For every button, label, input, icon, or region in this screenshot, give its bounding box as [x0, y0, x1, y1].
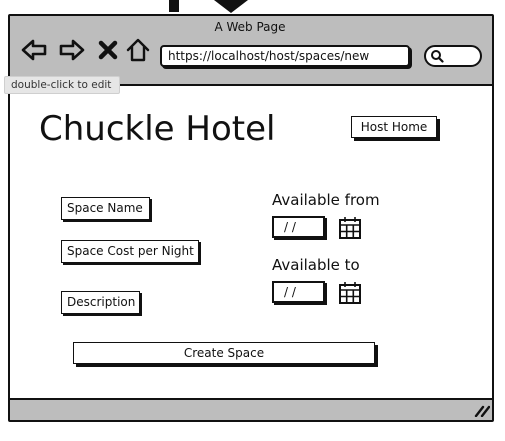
space-cost-label[interactable]: Space Cost per Night [61, 240, 199, 263]
pointer-connector [169, 0, 248, 13]
resize-grip-icon[interactable] [474, 403, 490, 417]
available-to-label: Available to [272, 256, 360, 274]
calendar-icon[interactable] [338, 281, 362, 305]
forward-arrow-icon[interactable] [58, 36, 86, 64]
space-name-label[interactable]: Space Name [61, 197, 150, 220]
available-to-input[interactable]: / / [272, 281, 325, 303]
status-bar [10, 398, 492, 420]
edit-tooltip: double-click to edit [4, 76, 120, 94]
host-home-button[interactable]: Host Home [351, 116, 437, 138]
back-arrow-icon[interactable] [20, 36, 48, 64]
available-from-input[interactable]: / / [272, 216, 325, 238]
close-icon[interactable] [94, 36, 122, 64]
description-label[interactable]: Description [61, 291, 140, 314]
calendar-icon[interactable] [338, 216, 362, 240]
page-title: Chuckle Hotel [39, 109, 276, 149]
url-input[interactable]: https://localhost/host/spaces/new [160, 45, 410, 67]
create-space-button[interactable]: Create Space [73, 342, 375, 364]
available-from-label: Available from [272, 191, 380, 209]
window-title: A Web Page [214, 20, 286, 34]
home-icon[interactable] [124, 36, 152, 64]
search-field[interactable] [424, 45, 482, 67]
search-icon [431, 50, 444, 63]
